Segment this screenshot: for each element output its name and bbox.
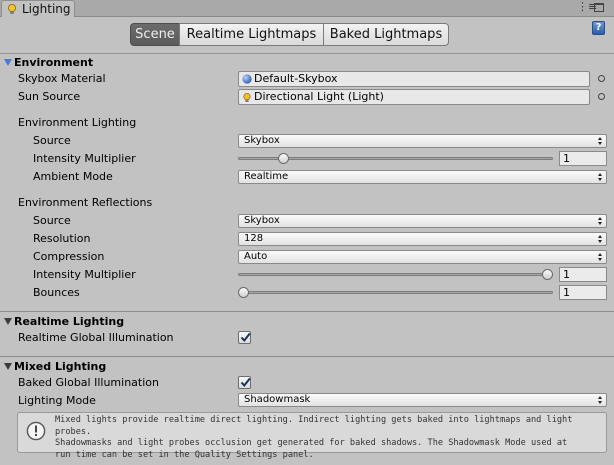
maximize-icon[interactable]	[594, 3, 604, 12]
section-title: Environment	[14, 56, 94, 69]
object-picker-icon[interactable]	[598, 93, 605, 100]
material-sphere-icon	[242, 74, 252, 84]
help-text-line: Mixed lights provide realtime direct lig…	[55, 415, 573, 437]
reflections-intensity-slider-track[interactable]	[238, 273, 553, 276]
dropdown-arrows-icon	[598, 137, 603, 146]
dropdown-value: Skybox	[244, 135, 280, 146]
lighting-mode-dropdown[interactable]: Shadowmask	[238, 393, 607, 407]
environment-section-header[interactable]: Environment	[0, 56, 614, 70]
foldout-expanded-icon	[4, 318, 12, 325]
dropdown-arrows-icon	[598, 396, 603, 405]
dropdown-value: Realtime	[244, 171, 289, 182]
compression-dropdown[interactable]: Auto	[238, 250, 607, 264]
foldout-expanded-icon	[4, 59, 12, 66]
info-icon	[26, 421, 46, 441]
help-text-line: run time can be set in the Quality Setti…	[55, 449, 314, 460]
sun-source-label: Sun Source	[18, 90, 81, 103]
realtime-lighting-section-header[interactable]: Realtime Lighting	[0, 315, 614, 329]
baked-gi-label: Baked Global Illumination	[18, 376, 159, 389]
lighting-window-tab[interactable]: Lighting	[1, 0, 75, 17]
dropdown-arrows-icon	[598, 173, 603, 182]
resolution-label: Resolution	[33, 232, 91, 245]
environment-lighting-heading: Environment Lighting	[18, 116, 137, 129]
mode-toolbar: Scene Realtime Lightmaps Baked Lightmaps…	[0, 17, 614, 54]
foldout-expanded-icon	[4, 363, 12, 370]
compression-label: Compression	[33, 250, 105, 263]
reflections-intensity-slider-thumb[interactable]	[542, 269, 553, 280]
section-divider	[0, 356, 614, 357]
object-picker-icon[interactable]	[598, 75, 605, 82]
skybox-material-field[interactable]: Default-Skybox	[238, 71, 590, 87]
resolution-dropdown[interactable]: 128	[238, 232, 607, 246]
reflections-source-label: Source	[33, 214, 71, 227]
lighting-inspector: Environment Skybox Material Default-Skyb…	[0, 54, 614, 465]
light-icon	[242, 92, 252, 102]
checkmark-icon	[240, 377, 251, 388]
realtime-gi-checkbox[interactable]	[238, 331, 251, 344]
tab-realtime-lightmaps[interactable]: Realtime Lightmaps	[179, 23, 324, 46]
lighting-intensity-input[interactable]: 1	[559, 151, 607, 166]
realtime-gi-label: Realtime Global Illumination	[18, 331, 174, 344]
section-divider	[0, 311, 614, 312]
lighting-intensity-label: Intensity Multiplier	[33, 152, 136, 165]
sun-source-field[interactable]: Directional Light (Light)	[238, 89, 590, 105]
bounces-label: Bounces	[33, 286, 80, 299]
lighting-source-dropdown[interactable]: Skybox	[238, 134, 607, 148]
mixed-lighting-help-box: Mixed lights provide realtime direct lig…	[17, 412, 607, 460]
reflections-intensity-input[interactable]: 1	[559, 267, 607, 282]
dropdown-value: 128	[244, 233, 264, 244]
baked-gi-checkbox[interactable]	[238, 376, 251, 389]
mixed-lighting-section-header[interactable]: Mixed Lighting	[0, 360, 614, 374]
help-text: Mixed lights provide realtime direct lig…	[55, 415, 603, 461]
skybox-material-label: Skybox Material	[18, 72, 106, 85]
lighting-mode-label: Lighting Mode	[18, 394, 96, 407]
help-icon[interactable]: ?	[592, 21, 605, 35]
dropdown-value: Skybox	[244, 215, 280, 226]
help-text-line: Shadowmasks and light probes occlusion g…	[55, 438, 568, 448]
bounces-slider-thumb[interactable]	[238, 287, 249, 298]
bounces-input[interactable]: 1	[559, 285, 607, 300]
ambient-mode-label: Ambient Mode	[33, 170, 113, 183]
window-title: Lighting	[22, 2, 71, 16]
lighting-intensity-slider-thumb[interactable]	[277, 153, 289, 164]
tab-baked-lightmaps[interactable]: Baked Lightmaps	[323, 23, 449, 46]
skybox-material-value: Default-Skybox	[254, 72, 338, 85]
section-title: Mixed Lighting	[14, 360, 107, 373]
checkmark-icon	[240, 332, 251, 343]
bounces-slider-track[interactable]	[238, 291, 553, 294]
dropdown-value: Shadowmask	[244, 394, 311, 405]
lighting-source-label: Source	[33, 134, 71, 147]
dropdown-value: Auto	[244, 251, 268, 262]
environment-reflections-heading: Environment Reflections	[18, 196, 153, 209]
dropdown-arrows-icon	[598, 253, 603, 262]
lightbulb-icon	[6, 3, 18, 15]
reflections-source-dropdown[interactable]: Skybox	[238, 214, 607, 228]
dropdown-arrows-icon	[598, 217, 603, 226]
sun-source-value: Directional Light (Light)	[254, 90, 384, 103]
reflections-intensity-label: Intensity Multiplier	[33, 268, 136, 281]
tab-scene[interactable]: Scene	[130, 23, 180, 46]
dropdown-arrows-icon	[598, 235, 603, 244]
section-title: Realtime Lighting	[14, 315, 125, 328]
window-tab-bar: Lighting ⋮≡	[0, 0, 614, 17]
ambient-mode-dropdown[interactable]: Realtime	[238, 170, 607, 184]
